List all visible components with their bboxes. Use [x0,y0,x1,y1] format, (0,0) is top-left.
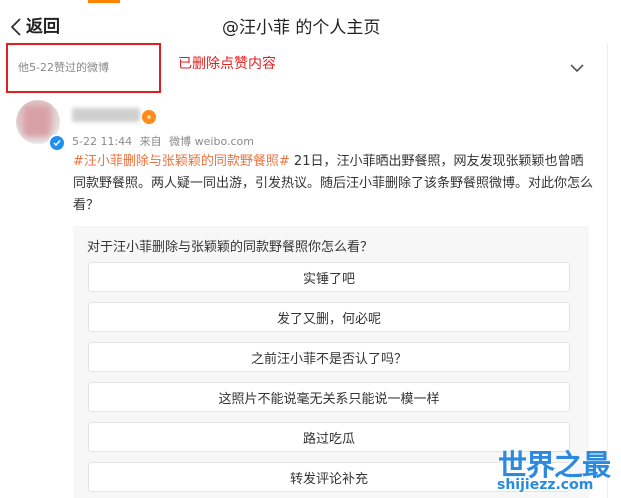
page-title: @汪小菲 的个人主页 [222,18,381,38]
poll-option[interactable]: 发了又删，何必呢 [88,302,570,332]
verified-badge-icon [48,134,66,152]
post-source-prefix: 来自 [139,135,162,148]
avatar-image [24,106,50,136]
tab-indicator [88,0,120,3]
chevron-left-icon [10,18,22,36]
post-source: 微博 weibo.com [169,135,254,148]
post-body: #汪小菲删除与张颖颖的同款野餐照# 21日，汪小菲晒出野餐照，网友发现张颖颖也曾… [73,151,593,217]
poll-option[interactable]: 实锤了吧 [88,262,570,292]
poll-title: 对于汪小菲删除与张颖颖的同款野餐照你怎么看？ [87,240,374,255]
watermark-url: shijiezz.com [497,477,594,493]
poll-option[interactable]: 这照片不能说毫无关系只能说一模一样 [88,382,570,412]
vip-badge-icon [142,110,156,124]
chevron-down-icon[interactable] [570,58,584,77]
poll-option[interactable]: 之前汪小菲不是否认了吗？ [88,342,570,372]
divider [607,44,608,498]
post-meta: 5-22 11:44 来自 微博 weibo.com [72,133,258,149]
annotation-highlight-box [6,43,161,93]
deleted-like-annotation: 已删除点赞内容 [178,56,276,72]
back-label: 返回 [26,17,60,37]
hashtag-link[interactable]: #汪小菲删除与张颖颖的同款野餐照# [73,154,290,169]
post-time[interactable]: 5-22 11:44 [72,135,132,148]
top-bar: 返回 @汪小菲 的个人主页 [0,0,621,44]
username-blurred[interactable] [72,108,140,122]
back-button[interactable]: 返回 [10,16,60,38]
